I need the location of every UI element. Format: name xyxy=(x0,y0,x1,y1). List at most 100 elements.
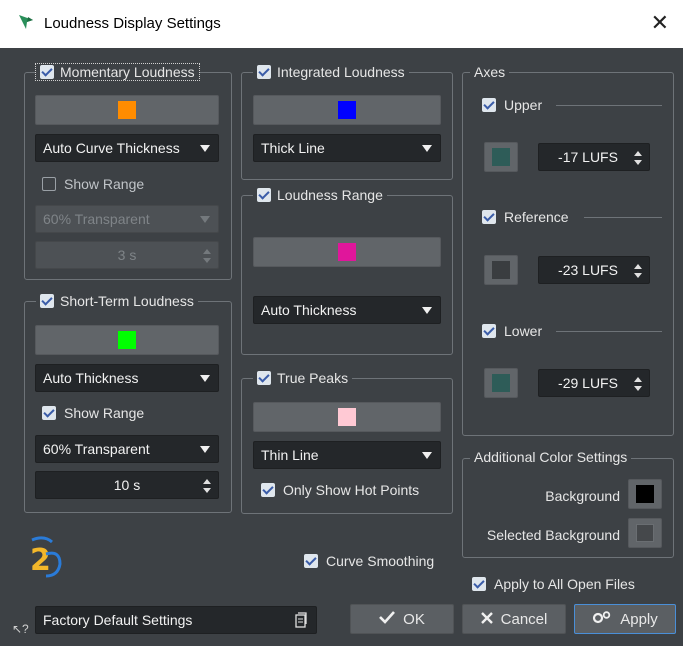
spin-arrows-icon[interactable] xyxy=(203,479,211,493)
short-term-color-button[interactable] xyxy=(35,325,219,355)
momentary-transparency-value: 60% Transparent xyxy=(43,211,150,227)
spin-arrows-icon[interactable] xyxy=(634,377,642,391)
integrated-thickness-select[interactable]: Thick Line xyxy=(253,134,441,162)
short-term-thickness-value: Auto Thickness xyxy=(43,370,139,386)
chevron-down-icon xyxy=(200,216,210,223)
apply-label: Apply xyxy=(620,610,658,628)
selected-background-color-button[interactable] xyxy=(628,518,662,548)
true-peaks-label: True Peaks xyxy=(277,370,349,386)
short-term-show-range-checkbox[interactable] xyxy=(42,406,56,420)
selected-background-color-label: Selected Background xyxy=(486,527,620,543)
short-term-transparency-select[interactable]: 60% Transparent xyxy=(35,435,219,463)
true-peaks-color-swatch xyxy=(338,408,356,426)
short-term-duration-value: 10 s xyxy=(113,477,141,493)
axis-upper-color-swatch xyxy=(492,148,510,166)
apply-all-checkbox[interactable] xyxy=(472,577,486,591)
integrated-color-button[interactable] xyxy=(253,95,441,125)
momentary-show-range-checkbox[interactable] xyxy=(42,177,56,191)
checkmark-icon xyxy=(379,610,396,628)
spin-arrows-icon[interactable] xyxy=(634,151,642,165)
loudness-range-thickness-select[interactable]: Auto Thickness xyxy=(253,296,441,324)
momentary-show-range[interactable]: Show Range xyxy=(42,176,144,192)
axis-upper-color-button[interactable] xyxy=(484,142,518,172)
axis-reference-color-swatch xyxy=(492,261,510,279)
true-peaks-toggle[interactable]: True Peaks xyxy=(253,370,353,386)
loudness-range-label: Loudness Range xyxy=(277,187,383,203)
presets-select[interactable]: Factory Default Settings xyxy=(35,606,317,634)
integrated-toggle[interactable]: Integrated Loudness xyxy=(253,64,409,80)
wavelab-logo-icon xyxy=(17,13,35,34)
momentary-duration-value: 3 s xyxy=(117,247,137,263)
momentary-color-button[interactable] xyxy=(35,95,219,125)
momentary-duration-spinbox[interactable]: 3 s xyxy=(35,241,219,269)
momentary-checkbox[interactable] xyxy=(40,65,54,79)
short-term-thickness-select[interactable]: Auto Thickness xyxy=(35,364,219,392)
close-icon[interactable]: ✕ xyxy=(651,10,669,36)
true-peaks-thickness-select[interactable]: Thin Line xyxy=(253,441,441,469)
loudness-range-thickness-value: Auto Thickness xyxy=(261,302,357,318)
momentary-show-range-label: Show Range xyxy=(64,176,145,192)
short-term-checkbox[interactable] xyxy=(40,294,54,308)
apply-all-option[interactable]: Apply to All Open Files xyxy=(472,576,635,592)
short-term-transparency-value: 60% Transparent xyxy=(43,441,150,457)
short-term-color-swatch xyxy=(118,331,136,349)
loudness-range-color-button[interactable] xyxy=(253,237,441,267)
apply-button[interactable]: Apply xyxy=(574,604,676,634)
momentary-color-swatch xyxy=(118,101,136,119)
momentary-label: Momentary Loudness xyxy=(60,64,195,80)
apply-all-label: Apply to All Open Files xyxy=(494,576,635,592)
axis-upper-toggle[interactable]: Upper xyxy=(482,97,542,113)
cancel-x-icon xyxy=(480,611,493,628)
momentary-transparency-select[interactable]: 60% Transparent xyxy=(35,205,219,233)
short-term-toggle[interactable]: Short-Term Loudness xyxy=(36,293,198,309)
axis-upper-divider xyxy=(556,105,662,106)
curve-smoothing-checkbox[interactable] xyxy=(304,554,318,568)
momentary-toggle[interactable]: Momentary Loudness xyxy=(35,63,200,81)
axis-reference-checkbox[interactable] xyxy=(482,210,496,224)
axis-upper-value-spinbox[interactable]: -17 LUFS xyxy=(538,143,650,171)
axis-lower-toggle[interactable]: Lower xyxy=(482,323,542,339)
true-peaks-color-button[interactable] xyxy=(253,402,441,432)
axis-reference-value: -23 LUFS xyxy=(558,262,618,278)
integrated-label: Integrated Loudness xyxy=(277,64,405,80)
momentary-thickness-value: Auto Curve Thickness xyxy=(43,140,180,156)
whats-this-help-icon[interactable]: ↖? xyxy=(12,622,29,636)
axis-lower-checkbox[interactable] xyxy=(482,324,496,338)
chevron-down-icon xyxy=(422,307,432,314)
axis-lower-color-button[interactable] xyxy=(484,368,518,398)
axis-upper-value: -17 LUFS xyxy=(558,149,618,165)
short-term-duration-spinbox[interactable]: 10 s xyxy=(35,471,219,499)
axis-reference-value-spinbox[interactable]: -23 LUFS xyxy=(538,256,650,284)
integrated-checkbox[interactable] xyxy=(257,65,271,79)
loudness-range-toggle[interactable]: Loudness Range xyxy=(253,187,387,203)
true-peaks-checkbox[interactable] xyxy=(257,371,271,385)
axis-lower-color-swatch xyxy=(492,374,510,392)
spin-arrows-icon[interactable] xyxy=(634,264,642,278)
svg-text:2: 2 xyxy=(30,543,51,578)
background-color-button[interactable] xyxy=(628,479,662,509)
axis-reference-toggle[interactable]: Reference xyxy=(482,209,569,225)
presets-menu-icon[interactable] xyxy=(294,612,308,631)
hot-points-checkbox[interactable] xyxy=(261,483,275,497)
spin-arrows-icon[interactable] xyxy=(203,249,211,263)
ok-label: OK xyxy=(403,610,425,628)
short-term-show-range[interactable]: Show Range xyxy=(42,405,144,421)
cancel-label: Cancel xyxy=(500,610,548,628)
axis-lower-value-spinbox[interactable]: -29 LUFS xyxy=(538,369,650,397)
loudness-range-group xyxy=(241,195,453,355)
hot-points-label: Only Show Hot Points xyxy=(283,482,420,498)
axes-title: Axes xyxy=(470,64,510,80)
short-term-label: Short-Term Loudness xyxy=(60,293,194,309)
loudness-range-checkbox[interactable] xyxy=(257,188,271,202)
ok-button[interactable]: OK xyxy=(350,604,454,634)
gears-icon xyxy=(592,610,612,628)
presets-value: Factory Default Settings xyxy=(43,612,193,628)
momentary-thickness-select[interactable]: Auto Curve Thickness xyxy=(35,134,219,162)
chevron-down-icon xyxy=(200,375,210,382)
cancel-button[interactable]: Cancel xyxy=(462,604,566,634)
axis-reference-color-button[interactable] xyxy=(484,255,518,285)
hot-points-option[interactable]: Only Show Hot Points xyxy=(261,482,419,498)
axis-upper-checkbox[interactable] xyxy=(482,98,496,112)
app-version-logo-icon: 2 xyxy=(26,536,66,585)
curve-smoothing-option[interactable]: Curve Smoothing xyxy=(304,553,434,569)
